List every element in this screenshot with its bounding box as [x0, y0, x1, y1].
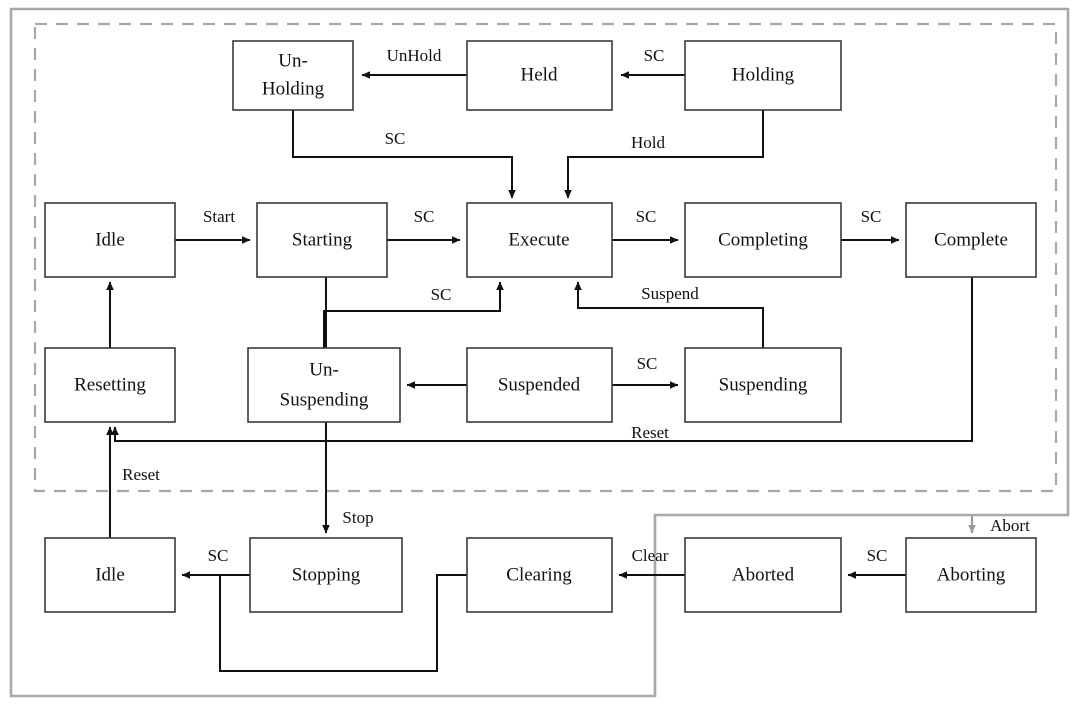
state-suspended[interactable]: Suspended: [466, 347, 613, 423]
edge-label-sc-completing-complete: SC: [861, 207, 882, 226]
state-un-suspending[interactable]: Un- Suspending: [247, 347, 401, 423]
edge-label-clear: Clear: [632, 546, 669, 565]
edge-label-stop: Stop: [342, 508, 373, 527]
edge-label-reset-complete: Reset: [631, 423, 669, 442]
state-label-suspended: Suspended: [498, 374, 581, 395]
state-aborting[interactable]: Aborting: [905, 537, 1037, 613]
state-resetting[interactable]: Resetting: [44, 347, 176, 423]
state-un-holding[interactable]: Un- Holding: [232, 40, 354, 111]
edge-label-sc-unholding-execute: SC: [385, 129, 406, 148]
edge-label-start: Start: [203, 207, 235, 226]
edge-label-reset-bottom: Reset: [122, 465, 160, 484]
edge-hold-to-execute: [564, 110, 764, 199]
edge-label-sc-unsuspending-execute: SC: [431, 285, 452, 304]
state-aborted[interactable]: Aborted: [684, 537, 842, 613]
state-label-clearing: Clearing: [506, 564, 572, 585]
state-label-idle-bottom: Idle: [95, 564, 125, 585]
edge-label-hold: Hold: [631, 133, 666, 152]
state-label-starting: Starting: [292, 229, 353, 250]
state-label-un-holding-line2: Holding: [262, 78, 325, 99]
edge-label-sc-execute-completing: SC: [636, 207, 657, 226]
state-label-completing: Completing: [718, 229, 808, 250]
state-starting[interactable]: Starting: [256, 202, 388, 278]
edge-label-sc-starting-execute: SC: [414, 207, 435, 226]
state-label-suspending: Suspending: [719, 374, 808, 395]
state-label-resetting: Resetting: [74, 374, 146, 395]
diagram-canvas: UnHold SC SC Hold Start SC SC SC SC Susp…: [9, 7, 1070, 698]
state-label-held: Held: [521, 64, 558, 85]
edge-unholding-to-execute: [292, 110, 516, 199]
state-label-complete: Complete: [934, 229, 1008, 250]
state-held[interactable]: Held: [466, 40, 613, 111]
state-suspending[interactable]: Suspending: [684, 347, 842, 423]
state-completing[interactable]: Completing: [684, 202, 842, 278]
edge-label-sc-aborting-aborted: SC: [867, 546, 888, 565]
edge-label-unhold: UnHold: [387, 46, 442, 65]
edge-unsuspending-to-execute: [323, 281, 504, 348]
state-label-aborting: Aborting: [937, 564, 1006, 585]
edge-label-suspend: Suspend: [641, 284, 699, 303]
state-label-holding: Holding: [732, 64, 795, 85]
edge-label-sc-holding-held: SC: [644, 46, 665, 65]
state-holding[interactable]: Holding: [684, 40, 842, 111]
state-idle-bottom[interactable]: Idle: [44, 537, 176, 613]
state-label-execute: Execute: [508, 229, 569, 250]
state-stopping[interactable]: Stopping: [249, 537, 403, 613]
state-complete[interactable]: Complete: [905, 202, 1037, 278]
state-label-aborted: Aborted: [732, 564, 795, 585]
edge-label-abort: Abort: [990, 516, 1030, 535]
state-machine-diagram: UnHold SC SC Hold Start SC SC SC SC Susp…: [0, 0, 1080, 709]
edge-label-sc-suspended-suspending: SC: [637, 354, 658, 373]
state-label-un-suspending-line1: Un-: [309, 359, 339, 380]
state-label-un-holding-line1: Un-: [278, 50, 308, 71]
state-idle-top[interactable]: Idle: [44, 202, 176, 278]
state-label-stopping: Stopping: [292, 564, 361, 585]
state-execute[interactable]: Execute: [466, 202, 613, 278]
state-label-idle-top: Idle: [95, 229, 125, 250]
state-clearing[interactable]: Clearing: [466, 537, 613, 613]
state-label-un-suspending-line2: Suspending: [280, 389, 369, 410]
edge-label-sc-stopping-idle: SC: [208, 546, 229, 565]
